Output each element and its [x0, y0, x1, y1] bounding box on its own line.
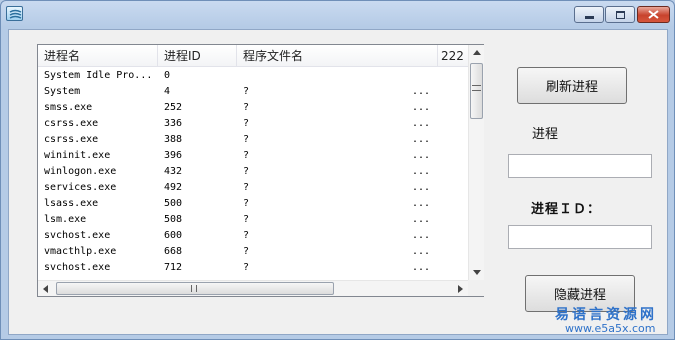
process-extra-cell: ... [412, 166, 431, 177]
process-path-cell: ? [243, 230, 250, 241]
process-id-cell: 500 [164, 198, 183, 209]
process-label: 进程 [532, 127, 559, 142]
process-name-cell: csrss.exe [44, 118, 99, 129]
list-header: 进程名 进程ID 程序文件名 222 [38, 45, 468, 67]
table-row[interactable]: smss.exe 252?... [38, 100, 468, 116]
process-id-cell: 600 [164, 230, 183, 241]
vertical-scrollbar[interactable] [468, 45, 484, 280]
table-row[interactable]: vmacthlp.exe 668?... [38, 244, 468, 260]
process-name-cell: System Idle Pro... [44, 70, 153, 81]
column-header-pid[interactable]: 进程ID [158, 45, 237, 67]
scroll-down-arrow-icon[interactable] [473, 270, 481, 275]
table-row[interactable]: System 4?... [38, 84, 468, 100]
table-row[interactable]: wininit.exe 396?... [38, 148, 468, 164]
process-extra-cell: ... [412, 230, 431, 241]
table-row[interactable]: svchost.exe 712?... [38, 260, 468, 276]
process-path-cell: ? [243, 86, 250, 97]
process-extra-cell: ... [412, 182, 431, 193]
refresh-process-button[interactable]: 刷新进程 [517, 67, 627, 104]
process-id-label: 进程ＩＤ： [531, 202, 602, 217]
process-id-cell: 712 [164, 262, 183, 273]
process-name-cell: lsm.exe [44, 214, 87, 225]
column-header-extra[interactable]: 222 [438, 45, 468, 67]
process-path-cell: ? [243, 102, 250, 113]
table-row[interactable]: svchost.exe 600?... [38, 228, 468, 244]
process-id-cell: 668 [164, 246, 183, 257]
process-name-cell: vmacthlp.exe [44, 246, 117, 257]
process-path-cell: ? [243, 214, 250, 225]
table-row[interactable]: csrss.exe 336?... [38, 116, 468, 132]
list-body: System Idle Pro... 0 System 4?... smss.exe 25… [38, 68, 468, 280]
process-id-cell: 492 [164, 182, 183, 193]
process-extra-cell: ... [412, 214, 431, 225]
process-extra-cell: ... [412, 86, 431, 97]
process-id-cell: 432 [164, 166, 183, 177]
minimize-button[interactable] [574, 6, 604, 23]
process-list[interactable]: 进程名 进程ID 程序文件名 222 System Idle Pro... 0 Sy… [37, 44, 484, 297]
close-icon [648, 10, 659, 19]
table-row[interactable]: lsass.exe 500?... [38, 196, 468, 212]
process-name-cell: csrss.exe [44, 134, 99, 145]
vertical-scroll-thumb[interactable] [470, 63, 483, 119]
grip-icon [191, 285, 197, 292]
scroll-right-arrow-icon[interactable] [458, 285, 463, 293]
process-name-cell: System [44, 86, 81, 97]
scroll-corner [468, 280, 484, 296]
process-name-cell: services.exe [44, 182, 117, 193]
process-extra-cell: ... [412, 102, 431, 113]
process-path-cell: ? [243, 150, 250, 161]
process-extra-cell: ... [412, 150, 431, 161]
scroll-up-arrow-icon[interactable] [473, 50, 481, 55]
maximize-icon [615, 10, 625, 19]
table-row[interactable]: winlogon.exe 432?... [38, 164, 468, 180]
process-id-cell: 0 [164, 70, 171, 81]
table-row[interactable]: lsm.exe 508?... [38, 212, 468, 228]
table-row[interactable]: System Idle Pro... 0 [38, 68, 468, 84]
process-name-cell: svchost.exe [44, 262, 111, 273]
column-header-name[interactable]: 进程名 [38, 45, 158, 67]
watermark-site-name: 易语言资源网 [555, 307, 657, 323]
close-button[interactable] [637, 6, 670, 23]
process-id-field[interactable] [508, 225, 652, 249]
process-extra-cell: ... [412, 246, 431, 257]
minimize-icon [584, 16, 594, 19]
process-extra-cell: ... [412, 118, 431, 129]
process-name-cell: smss.exe [44, 102, 93, 113]
process-id-cell: 508 [164, 214, 183, 225]
process-path-cell: ? [243, 118, 250, 129]
watermark-url: www.e5a5x.com [565, 322, 656, 335]
process-path-cell: ? [243, 246, 250, 257]
process-id-cell: 388 [164, 134, 183, 145]
process-id-cell: 336 [164, 118, 183, 129]
column-header-path[interactable]: 程序文件名 [237, 45, 438, 67]
process-name-cell: wininit.exe [44, 150, 111, 161]
process-path-cell: ? [243, 262, 250, 273]
maximize-button[interactable] [605, 6, 635, 23]
process-extra-cell: ... [412, 134, 431, 145]
horizontal-scrollbar[interactable] [38, 280, 468, 296]
scroll-left-arrow-icon[interactable] [43, 285, 48, 293]
app-icon [6, 6, 23, 21]
table-row[interactable]: csrss.exe 388?... [38, 132, 468, 148]
process-id-cell: 252 [164, 102, 183, 113]
horizontal-scroll-thumb[interactable] [56, 282, 334, 295]
process-path-cell: ? [243, 198, 250, 209]
process-id-cell: 4 [164, 86, 171, 97]
process-name-cell: svchost.exe [44, 230, 111, 241]
process-name-cell: winlogon.exe [44, 166, 117, 177]
process-name-cell: lsass.exe [44, 198, 99, 209]
process-id-cell: 396 [164, 150, 183, 161]
client-area: 进程名 进程ID 程序文件名 222 System Idle Pro... 0 Sy… [8, 29, 668, 335]
process-path-cell: ? [243, 166, 250, 177]
process-path-cell: ? [243, 134, 250, 145]
process-extra-cell: ... [412, 198, 431, 209]
app-window: 进程名 进程ID 程序文件名 222 System Idle Pro... 0 Sy… [0, 0, 675, 340]
grip-icon [472, 85, 481, 91]
process-extra-cell: ... [412, 262, 431, 273]
process-path-cell: ? [243, 182, 250, 193]
process-name-field[interactable] [508, 154, 652, 178]
table-row[interactable]: services.exe 492?... [38, 180, 468, 196]
title-bar[interactable] [1, 1, 674, 27]
